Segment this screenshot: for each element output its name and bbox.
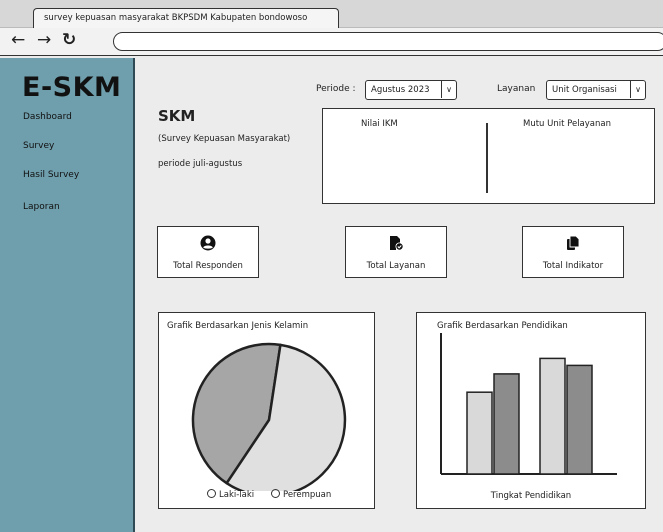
sidebar-item-dashboard[interactable]: Dashboard — [23, 112, 72, 122]
legend-item-laki-laki: Laki-laki — [207, 489, 254, 500]
forward-arrow-icon[interactable]: → — [37, 31, 51, 49]
back-arrow-icon[interactable]: ← — [11, 31, 25, 49]
legend-item-perempuan: Perempuan — [271, 489, 331, 500]
card-total-layanan[interactable]: Total Layanan — [345, 226, 447, 278]
sidebar: E-SKM Dashboard Survey Hasil Survey Lapo… — [0, 58, 135, 532]
periode-label: Periode : — [316, 84, 356, 94]
layanan-select[interactable]: Unit Organisasi ∨ — [546, 80, 646, 100]
user-circle-icon — [158, 235, 258, 255]
periode-select[interactable]: Agustus 2023 ∨ — [365, 80, 457, 100]
layanan-selected-value: Unit Organisasi — [552, 85, 617, 95]
chevron-down-icon: ∨ — [441, 81, 456, 98]
card-total-indikator[interactable]: Total Indikator — [522, 226, 624, 278]
gender-chart-title: Grafik Berdasarkan Jenis Kelamin — [167, 321, 309, 331]
sidebar-item-laporan[interactable]: Laporan — [23, 202, 60, 212]
browser-tab[interactable]: survey kepuasan masyarakat BKPSDM Kabupa… — [33, 8, 339, 28]
document-check-icon — [346, 235, 446, 255]
bar-series-1-group-2 — [539, 357, 566, 475]
page-subtitle: (Survey Kepuasan Masyarakat) — [158, 134, 291, 144]
legend-marker — [271, 489, 280, 498]
gender-pie-chart — [191, 342, 347, 491]
education-bar-chart — [440, 333, 617, 475]
reload-icon[interactable]: ↻ — [62, 31, 76, 49]
nilai-ikm-label: Nilai IKM — [361, 119, 398, 129]
chevron-down-icon: ∨ — [630, 81, 645, 98]
period-text: periode juli-agustus — [158, 159, 243, 169]
ikm-summary-box: Nilai IKM Mutu Unit Pelayanan — [322, 108, 655, 204]
url-input[interactable] — [113, 32, 663, 51]
periode-selected-value: Agustus 2023 — [371, 85, 430, 95]
ikm-divider — [486, 123, 488, 193]
legend-label: Perempuan — [283, 490, 332, 500]
page-title: SKM — [158, 107, 196, 125]
gender-chart-panel: Grafik Berdasarkan Jenis Kelamin Laki-la… — [158, 312, 375, 509]
bar-series-2-group-2 — [566, 364, 593, 475]
mutu-unit-label: Mutu Unit Pelayanan — [523, 119, 611, 129]
card-label: Total Indikator — [542, 261, 604, 271]
app-window: survey kepuasan masyarakat BKPSDM Kabupa… — [0, 0, 663, 532]
app-logo: E-SKM — [22, 72, 122, 103]
bar-series-1-group-1 — [466, 391, 493, 475]
legend-marker — [207, 489, 216, 498]
bar-series-2-group-1 — [493, 373, 520, 475]
browser-address-bar: ← → ↻ — [0, 28, 663, 56]
sidebar-item-hasil-survey[interactable]: Hasil Survey — [23, 170, 79, 180]
layanan-label: Layanan — [497, 84, 536, 94]
copy-document-icon — [523, 235, 623, 255]
card-total-responden[interactable]: Total Responden — [157, 226, 259, 278]
education-x-axis-label: Tingkat Pendidikan — [490, 491, 572, 501]
card-label: Total Responden — [173, 261, 243, 271]
card-label: Total Layanan — [366, 261, 426, 271]
legend-label: Laki-laki — [219, 490, 255, 500]
education-chart-panel: Grafik Berdasarkan Pendidikan Tingkat Pe… — [416, 312, 646, 509]
browser-tab-bar: survey kepuasan masyarakat BKPSDM Kabupa… — [0, 0, 663, 28]
sidebar-item-survey[interactable]: Survey — [23, 141, 54, 151]
